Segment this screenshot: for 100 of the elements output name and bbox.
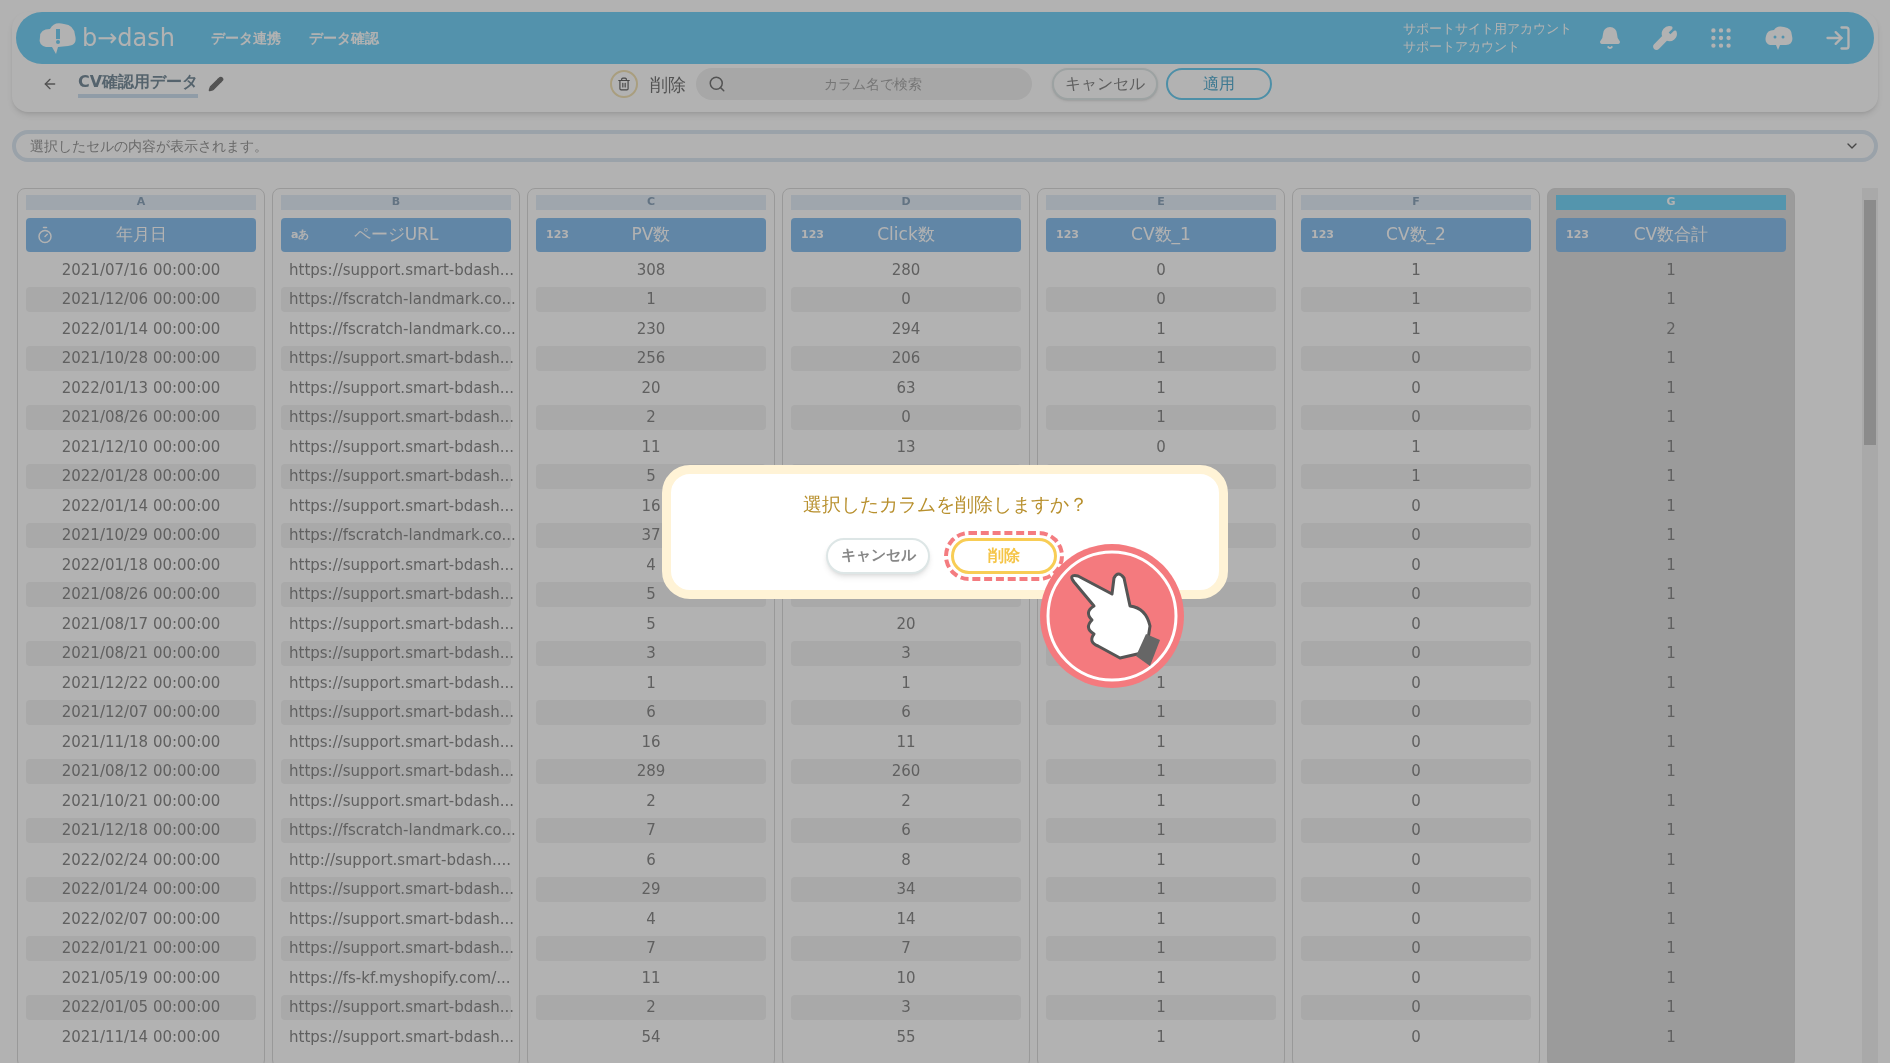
logo-text: b→dash <box>82 23 175 54</box>
table-cell-text: https://support.smart-bdash... <box>288 908 511 930</box>
table-cell: 3 <box>791 640 1021 666</box>
column-title: 年月日 <box>115 223 167 247</box>
column-header[interactable]: 123 PV数 <box>536 218 766 252</box>
column-letter[interactable]: F <box>1301 195 1531 210</box>
column-header[interactable]: 123 CV数_2 <box>1301 218 1531 252</box>
table-cell: 0 <box>1301 817 1531 843</box>
table-cell: https://support.smart-bdash... <box>281 404 511 430</box>
column-letter[interactable]: C <box>536 195 766 210</box>
table-cell-text: 1 <box>1155 790 1167 812</box>
column-letter[interactable]: E <box>1046 195 1276 210</box>
column-header[interactable]: 年月日 <box>26 218 256 252</box>
table-cell: 1 <box>1301 286 1531 312</box>
dialog-delete-button[interactable]: 削除 <box>951 537 1057 574</box>
table-cell: 2022/01/28 00:00:00 <box>26 463 256 489</box>
column-header[interactable]: 123 CV数_1 <box>1046 218 1276 252</box>
table-cell-text: 0 <box>1410 377 1422 399</box>
table-cell-text: 230 <box>635 318 667 340</box>
table-cell-text: 0 <box>1410 495 1422 517</box>
table-cell-text: 1 <box>900 672 912 694</box>
table-cell-text: 2 <box>645 790 657 812</box>
table-cell: 6 <box>791 817 1021 843</box>
cloud-face-icon[interactable] <box>1764 25 1794 51</box>
table-cell-text: 1 <box>1665 348 1677 369</box>
wrench-icon[interactable] <box>1652 25 1678 51</box>
table-cell-text: 16 <box>640 731 662 753</box>
table-cell-text: 0 <box>1155 436 1167 458</box>
table-cell: 2021/12/07 00:00:00 <box>26 699 256 725</box>
table-cell-text: 2 <box>900 790 912 812</box>
back-icon[interactable] <box>42 76 58 92</box>
table-cell-text: https://support.smart-bdash... <box>288 495 511 517</box>
table-cell-text: 308 <box>635 259 667 281</box>
account-user: サポートアカウント <box>1403 38 1521 56</box>
table-cell: https://support.smart-bdash... <box>281 758 511 784</box>
cell-content-placeholder: 選択したセルの内容が表示されます。 <box>30 136 269 156</box>
table-cell-text: 1 <box>1665 554 1677 576</box>
table-cell: 0 <box>791 286 1021 312</box>
table-cell-text: 1 <box>645 672 657 694</box>
table-cell: 0 <box>1301 994 1531 1020</box>
apply-button[interactable]: 適用 <box>1166 68 1273 100</box>
table-cell-text: 1 <box>1665 584 1677 605</box>
nav-link[interactable]: データ確認 <box>309 27 379 49</box>
table-cell-text: 1 <box>1665 790 1677 812</box>
column-header[interactable]: 123 Click数 <box>791 218 1021 252</box>
stopwatch-icon <box>36 226 54 244</box>
table-cell-text: 0 <box>1410 908 1422 930</box>
table-cell-text: 20 <box>640 377 662 399</box>
table-cell-text: 2021/08/17 00:00:00 <box>60 613 222 635</box>
table-cell-text: 8 <box>900 849 912 871</box>
table-cell: 0 <box>1301 758 1531 784</box>
table-cell-text: 1 <box>1665 702 1677 723</box>
table-cell: 2022/01/24 00:00:00 <box>26 876 256 902</box>
table-cell-text: 2022/01/14 00:00:00 <box>60 495 222 517</box>
table-cell: 0 <box>1301 640 1531 666</box>
table-cell: 7 <box>536 817 766 843</box>
table-cell-text: 2021/05/19 00:00:00 <box>60 967 222 989</box>
column-letter[interactable]: G <box>1556 195 1786 210</box>
table-cell-text: 1 <box>1665 436 1677 458</box>
table-cell: 2021/08/12 00:00:00 <box>26 758 256 784</box>
table-cell: 0 <box>1301 935 1531 961</box>
table-cell-text: 1 <box>1155 672 1167 694</box>
table-cell: 2022/01/05 00:00:00 <box>26 994 256 1020</box>
table-cell-text: 1 <box>1665 613 1677 635</box>
column-header[interactable]: 123 CV数合計 <box>1556 218 1786 252</box>
table-cell: https://support.smart-bdash... <box>281 876 511 902</box>
table-cell: 1 <box>1046 758 1276 784</box>
dialog-message: 選択したカラムを削除しますか？ <box>802 492 1088 517</box>
cell-content-field[interactable]: 選択したセルの内容が表示されます。 <box>12 130 1878 162</box>
table-cell: 1 <box>1046 699 1276 725</box>
column-letter[interactable]: A <box>26 195 256 210</box>
nav-link[interactable]: データ連携 <box>211 27 281 49</box>
table-cell-text: 2021/11/18 00:00:00 <box>60 731 222 753</box>
bell-icon[interactable] <box>1598 26 1622 50</box>
cancel-button[interactable]: キャンセル <box>1052 68 1159 100</box>
grid-icon[interactable] <box>1708 25 1734 51</box>
column-letter[interactable]: B <box>281 195 511 210</box>
scrollbar[interactable] <box>1862 188 1878 1063</box>
table-cell-text: 1 <box>1155 377 1167 399</box>
table-cell-text: 294 <box>890 318 922 340</box>
table-cell: 1 <box>1046 994 1276 1020</box>
table-cell-text: 14 <box>895 908 917 930</box>
dataset-title[interactable]: CV確認用データ <box>78 70 199 98</box>
table-cell: 1 <box>1046 935 1276 961</box>
table-cell: 0 <box>1301 404 1531 430</box>
column-letter[interactable]: D <box>791 195 1021 210</box>
table-cell-text: 280 <box>890 259 922 281</box>
edit-icon[interactable] <box>208 76 225 92</box>
logout-icon[interactable] <box>1824 24 1852 52</box>
table-cell: https://support.smart-bdash... <box>281 345 511 371</box>
table-cell: 3 <box>536 640 766 666</box>
table-cell: https://support.smart-bdash... <box>281 994 511 1020</box>
column-header[interactable]: aあ ページURL <box>281 218 511 252</box>
table-cell-text: 54 <box>640 1026 662 1048</box>
table-cell-text: https://support.smart-bdash... <box>288 672 511 694</box>
table-cell-text: 1 <box>1665 672 1677 694</box>
table-cell: 2021/10/28 00:00:00 <box>26 345 256 371</box>
table-cell-text: 1 <box>1665 761 1677 782</box>
trash-icon-button[interactable] <box>610 70 639 98</box>
dialog-cancel-button[interactable]: キャンセル <box>826 537 930 574</box>
